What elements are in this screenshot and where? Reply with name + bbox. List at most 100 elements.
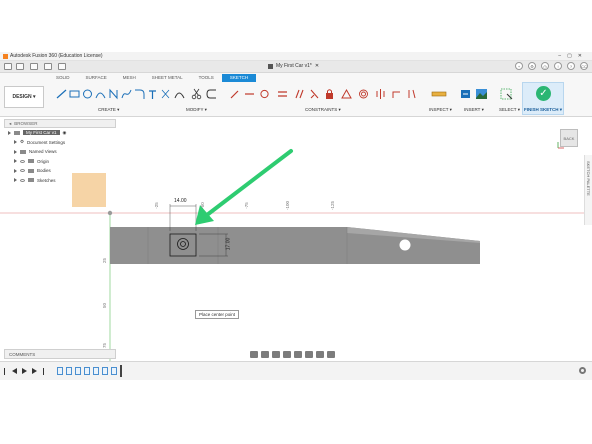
coincident-constraint-icon[interactable] bbox=[229, 87, 240, 99]
symmetry-constraint-icon[interactable] bbox=[375, 87, 386, 99]
job-status-icon[interactable]: ◷ bbox=[541, 62, 549, 70]
width-dimension-value[interactable]: 14.00 bbox=[174, 198, 187, 204]
pan-icon[interactable] bbox=[272, 351, 280, 358]
tab-tools[interactable]: TOOLS bbox=[191, 74, 222, 82]
expand-icon[interactable] bbox=[14, 168, 17, 173]
viewports-icon[interactable] bbox=[327, 351, 335, 358]
measure-ruler-icon[interactable] bbox=[431, 87, 447, 99]
insert-image-icon[interactable] bbox=[475, 87, 488, 99]
timeline-feature-sketch[interactable] bbox=[93, 367, 99, 375]
step-back-icon[interactable] bbox=[12, 368, 17, 374]
extend-tool-icon[interactable] bbox=[206, 87, 217, 99]
line-tool-icon[interactable] bbox=[56, 87, 67, 99]
arc-tool-icon[interactable] bbox=[95, 87, 106, 99]
fit-icon[interactable] bbox=[294, 351, 302, 358]
timeline-feature-sketch[interactable] bbox=[57, 367, 63, 375]
origin-point[interactable] bbox=[107, 210, 113, 216]
comments-panel[interactable]: COMMENTS bbox=[4, 349, 116, 359]
view-cube[interactable]: BACK bbox=[560, 129, 578, 147]
look-at-icon[interactable] bbox=[261, 351, 269, 358]
tab-solid[interactable]: SOLID bbox=[48, 74, 78, 82]
timeline-marker[interactable] bbox=[120, 365, 122, 377]
horizontal-vertical-icon[interactable] bbox=[406, 87, 417, 99]
browser-header[interactable]: ◂ BROWSER bbox=[4, 119, 116, 128]
height-dimension-value[interactable]: 17.00 bbox=[225, 238, 231, 251]
display-settings-icon[interactable] bbox=[305, 351, 313, 358]
modify-menu[interactable]: MODIFY ▾ bbox=[186, 107, 207, 113]
fix-lock-icon[interactable] bbox=[324, 87, 335, 99]
expand-icon[interactable] bbox=[8, 130, 11, 135]
offset-tool-icon[interactable] bbox=[174, 87, 185, 99]
activate-radio-icon[interactable]: ◉ bbox=[63, 130, 67, 136]
save-icon[interactable] bbox=[30, 63, 38, 70]
data-panel-icon[interactable] bbox=[4, 63, 12, 70]
insert-dxf-icon[interactable] bbox=[460, 87, 471, 99]
browser-item-document-settings[interactable]: ⚙ Document Settings bbox=[4, 138, 116, 148]
go-to-start-icon[interactable] bbox=[4, 368, 5, 375]
polygon-tool-icon[interactable] bbox=[108, 87, 119, 100]
tab-sketch[interactable]: SKETCH bbox=[221, 74, 257, 82]
browser-root[interactable]: My First Car v1 ◉ bbox=[4, 128, 116, 138]
circle-tool-icon[interactable] bbox=[82, 87, 93, 99]
tangent-constraint-icon[interactable] bbox=[259, 87, 270, 99]
tab-sheet-metal[interactable]: SHEET METAL bbox=[144, 74, 191, 82]
orbit-icon[interactable] bbox=[250, 351, 258, 358]
perpendicular-constraint-icon[interactable] bbox=[309, 87, 320, 99]
close-tab-icon[interactable]: ✕ bbox=[315, 63, 319, 69]
axle-hole[interactable] bbox=[399, 239, 411, 251]
point-tool-icon[interactable] bbox=[160, 87, 171, 99]
sketch-canvas[interactable]: -25 -50 -75 -100 -125 25 50 75 14.00 17.… bbox=[0, 117, 592, 361]
window-controls[interactable]: –▢✕ bbox=[558, 53, 588, 59]
trim-scissors-icon[interactable] bbox=[191, 87, 202, 100]
browser-item-named-views[interactable]: Named Views bbox=[4, 147, 116, 157]
redo-icon[interactable] bbox=[58, 63, 66, 70]
text-tool-icon[interactable] bbox=[147, 87, 158, 99]
inspect-menu[interactable]: INSPECT ▾ bbox=[429, 107, 452, 113]
extensions-icon[interactable]: ⚙ bbox=[528, 62, 536, 70]
browser-item-bodies[interactable]: Bodies bbox=[4, 166, 116, 176]
expand-icon[interactable] bbox=[14, 159, 17, 164]
expand-icon[interactable] bbox=[14, 178, 17, 183]
document-tab[interactable]: My First Car v1* ✕ bbox=[268, 63, 319, 69]
sketch-palette-tab[interactable]: SKETCH PALETTE bbox=[584, 155, 592, 225]
midpoint-triangle-icon[interactable] bbox=[341, 87, 352, 99]
car-body[interactable] bbox=[110, 227, 480, 264]
browser-item-origin[interactable]: Origin bbox=[4, 157, 116, 167]
grid-settings-icon[interactable] bbox=[316, 351, 324, 358]
timeline-feature-sketch[interactable] bbox=[111, 367, 117, 375]
constraints-menu[interactable]: CONSTRAINTS ▾ bbox=[305, 107, 341, 113]
zoom-icon[interactable] bbox=[283, 351, 291, 358]
play-icon[interactable] bbox=[22, 368, 27, 374]
timeline-settings-gear-icon[interactable] bbox=[579, 367, 586, 374]
timeline-feature-extrude[interactable] bbox=[102, 367, 108, 375]
curvature-constraint-icon[interactable] bbox=[391, 87, 402, 99]
visibility-eye-icon[interactable] bbox=[20, 169, 25, 173]
undo-icon[interactable] bbox=[44, 63, 52, 70]
tab-surface[interactable]: SURFACE bbox=[78, 74, 115, 82]
fillet-tool-icon[interactable] bbox=[134, 87, 145, 99]
step-forward-icon[interactable] bbox=[32, 368, 37, 374]
finish-sketch-menu[interactable]: FINISH SKETCH ▾ bbox=[523, 107, 563, 113]
finish-sketch-button[interactable]: ✓ FINISH SKETCH ▾ bbox=[522, 82, 564, 115]
expand-icon[interactable] bbox=[14, 140, 17, 145]
user-avatar[interactable]: CC bbox=[580, 62, 588, 70]
parallel-constraint-icon[interactable] bbox=[294, 87, 305, 99]
tab-mesh[interactable]: MESH bbox=[115, 74, 144, 82]
workspace-dropdown[interactable]: DESIGN ▾ bbox=[4, 86, 44, 108]
concentric-constraint-icon[interactable] bbox=[358, 87, 369, 99]
new-tab-icon[interactable]: + bbox=[515, 62, 523, 70]
rectangle-tool-icon[interactable] bbox=[69, 87, 80, 99]
help-icon[interactable]: ? bbox=[567, 62, 575, 70]
select-menu[interactable]: SELECT ▾ bbox=[499, 107, 520, 113]
create-menu[interactable]: CREATE ▾ bbox=[98, 107, 119, 113]
visibility-eye-icon[interactable] bbox=[20, 159, 25, 163]
file-menu-icon[interactable] bbox=[16, 63, 24, 70]
visibility-eye-icon[interactable] bbox=[20, 178, 25, 182]
spline-tool-icon[interactable] bbox=[121, 87, 132, 99]
select-window-icon[interactable] bbox=[500, 87, 513, 100]
expand-icon[interactable] bbox=[14, 149, 17, 154]
insert-menu[interactable]: INSERT ▾ bbox=[464, 107, 484, 113]
timeline-feature-extrude[interactable] bbox=[66, 367, 72, 375]
timeline-feature-sketch[interactable] bbox=[75, 367, 81, 375]
collapse-icon[interactable]: ◂ bbox=[9, 121, 11, 127]
